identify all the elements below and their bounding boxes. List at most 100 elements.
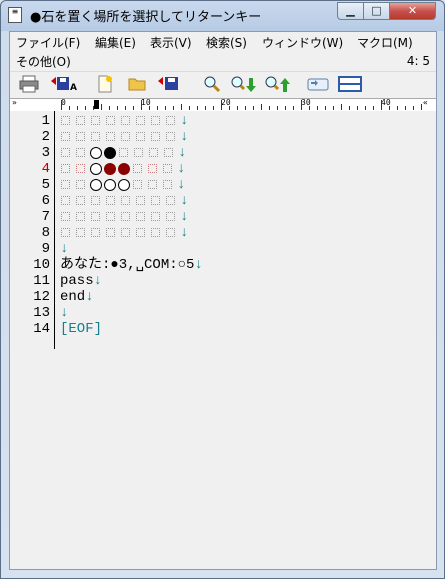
ruler[interactable]: » 0 10 20 30 40 «	[10, 98, 436, 112]
board-cell-empty[interactable]	[136, 228, 145, 237]
board-cell-empty[interactable]	[148, 180, 157, 189]
board-cell-white[interactable]	[90, 147, 102, 159]
board-cell-empty[interactable]	[149, 148, 158, 157]
search-next-icon[interactable]	[230, 75, 258, 95]
editor-line[interactable]: 14 [EOF]	[10, 321, 430, 337]
editor-line[interactable]: 12 end↓	[10, 289, 430, 305]
board-cell-empty[interactable]	[61, 196, 70, 205]
board-cell-empty[interactable]	[121, 212, 130, 221]
board-cell-white[interactable]	[104, 179, 116, 191]
board-cell-empty[interactable]	[76, 132, 85, 141]
board-cell-empty[interactable]	[76, 116, 85, 125]
board-cell-empty[interactable]	[61, 148, 70, 157]
board-cell-selected[interactable]	[104, 163, 116, 175]
board-cell-empty[interactable]	[106, 116, 115, 125]
print-icon[interactable]	[18, 75, 40, 95]
board-cell-empty[interactable]	[166, 228, 175, 237]
board-cell-empty[interactable]	[151, 212, 160, 221]
editor-line[interactable]: 3 ↓	[10, 145, 430, 161]
split-window-icon[interactable]	[338, 75, 362, 95]
board-cell-empty[interactable]	[61, 164, 70, 173]
board-cell-empty[interactable]	[121, 116, 130, 125]
board-cell-empty[interactable]	[76, 148, 85, 157]
tag-jump-icon[interactable]	[306, 75, 330, 95]
board-cell-empty[interactable]	[134, 148, 143, 157]
board-cell-empty[interactable]	[106, 228, 115, 237]
board-cell-empty[interactable]	[136, 116, 145, 125]
board-cell-empty[interactable]	[133, 164, 142, 173]
board-cell-empty[interactable]	[106, 196, 115, 205]
board-cell-white[interactable]	[118, 179, 130, 191]
board-cell-empty[interactable]	[91, 116, 100, 125]
board-cell-empty[interactable]	[61, 180, 70, 189]
editor-line[interactable]: 13 ↓	[10, 305, 430, 321]
title-bar[interactable]: ≡ ●石を置く場所を選択してリターンキー ▁ □ ✕	[1, 1, 444, 29]
board-cell-empty[interactable]	[121, 196, 130, 205]
editor-line[interactable]: 10 あなた:●3,␣COM:○5↓	[10, 257, 430, 273]
text-file-icon[interactable]: ≡	[8, 7, 22, 23]
board-cell-empty[interactable]	[166, 212, 175, 221]
board-cell-empty[interactable]	[91, 228, 100, 237]
board-cell-empty[interactable]	[148, 164, 157, 173]
board-cell-white[interactable]	[90, 179, 102, 191]
board-cell-empty[interactable]	[106, 132, 115, 141]
editor-line[interactable]: 7 ↓	[10, 209, 430, 225]
board-cell-empty[interactable]	[119, 148, 128, 157]
board-cell-empty[interactable]	[151, 228, 160, 237]
maximize-button[interactable]: □	[363, 2, 390, 20]
board-cell-empty[interactable]	[166, 116, 175, 125]
editor-line[interactable]: 9 ↓	[10, 241, 430, 257]
board-cell-selected[interactable]	[118, 163, 130, 175]
board-cell-empty[interactable]	[163, 180, 172, 189]
board-cell-empty[interactable]	[106, 212, 115, 221]
text-editor[interactable]: 1 ↓ 2 ↓ 3 ↓ 4 ↓ 5 ↓ 6 ↓ 7 ↓ 8 ↓ 9 ↓ 10 あなた:●3,␣COM:○5↓ 11 pas…	[10, 111, 436, 569]
menu-view[interactable]: 表示(V)	[150, 34, 192, 51]
new-icon[interactable]	[94, 75, 116, 95]
board-cell-empty[interactable]	[91, 132, 100, 141]
board-cell-empty[interactable]	[151, 196, 160, 205]
board-cell-empty[interactable]	[91, 212, 100, 221]
search-prev-icon[interactable]	[264, 75, 292, 95]
minimize-button[interactable]: ▁	[337, 2, 364, 20]
board-cell-empty[interactable]	[76, 212, 85, 221]
board-cell-empty[interactable]	[61, 116, 70, 125]
menu-other[interactable]: その他(O)	[16, 53, 71, 70]
save-icon[interactable]	[157, 75, 183, 95]
board-cell-empty[interactable]	[151, 132, 160, 141]
editor-line[interactable]: 1 ↓	[10, 113, 430, 129]
editor-line[interactable]: 5 ↓	[10, 177, 430, 193]
search-icon[interactable]	[201, 75, 223, 95]
board-cell-empty[interactable]	[163, 164, 172, 173]
save-as-icon[interactable]: A	[50, 75, 78, 95]
board-cell-empty[interactable]	[121, 132, 130, 141]
board-cell-empty[interactable]	[61, 212, 70, 221]
board-cell-empty[interactable]	[136, 212, 145, 221]
board-cell-empty[interactable]	[76, 196, 85, 205]
menu-macro[interactable]: マクロ(M)	[357, 34, 413, 51]
open-icon[interactable]	[126, 75, 148, 95]
board-cell-empty[interactable]	[61, 132, 70, 141]
board-cell-empty[interactable]	[166, 132, 175, 141]
board-cell-empty[interactable]	[76, 228, 85, 237]
menu-search[interactable]: 検索(S)	[206, 34, 247, 51]
board-cell-empty[interactable]	[133, 180, 142, 189]
editor-line[interactable]: 2 ↓	[10, 129, 430, 145]
board-cell-black[interactable]	[104, 147, 116, 159]
board-cell-empty[interactable]	[91, 196, 100, 205]
board-cell-white[interactable]	[90, 163, 102, 175]
board-cell-empty[interactable]	[121, 228, 130, 237]
board-cell-empty[interactable]	[76, 164, 85, 173]
board-cell-empty[interactable]	[164, 148, 173, 157]
board-cell-empty[interactable]	[136, 132, 145, 141]
menu-window[interactable]: ウィンドウ(W)	[262, 34, 343, 51]
close-button[interactable]: ✕	[389, 2, 436, 20]
editor-line[interactable]: 4 ↓	[10, 161, 430, 177]
board-cell-empty[interactable]	[166, 196, 175, 205]
board-cell-empty[interactable]	[61, 228, 70, 237]
editor-line[interactable]: 11 pass↓	[10, 273, 430, 289]
editor-line[interactable]: 6 ↓	[10, 193, 430, 209]
board-cell-empty[interactable]	[76, 180, 85, 189]
board-cell-empty[interactable]	[136, 196, 145, 205]
menu-file[interactable]: ファイル(F)	[16, 34, 80, 51]
menu-edit[interactable]: 編集(E)	[95, 34, 136, 51]
